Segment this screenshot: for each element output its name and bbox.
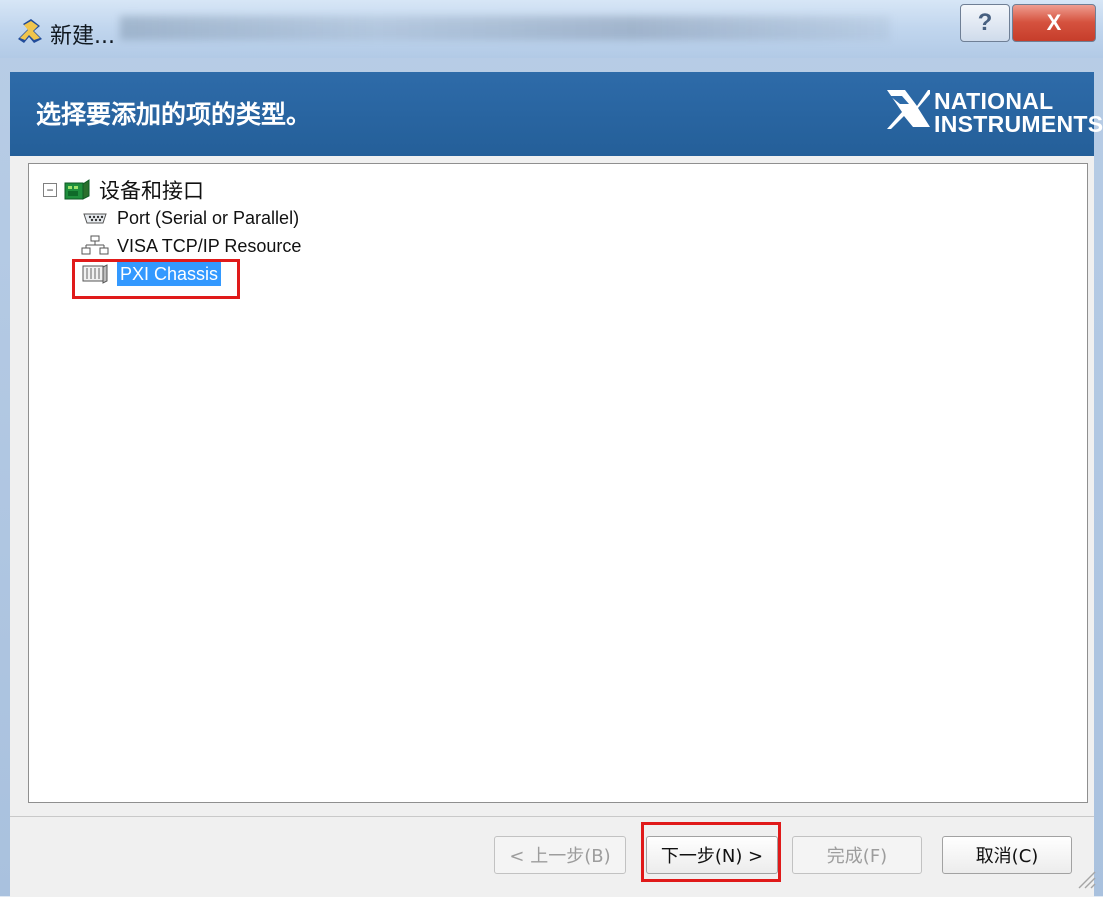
app-icon bbox=[18, 19, 42, 43]
tree-root-row[interactable]: − 设备和接口 bbox=[43, 176, 204, 204]
next-highlight-box bbox=[641, 822, 781, 882]
collapse-icon[interactable]: − bbox=[43, 183, 57, 197]
header-title: 选择要添加的项的类型。 bbox=[36, 100, 312, 129]
title-bar: 新建... ? X bbox=[0, 0, 1103, 58]
back-button[interactable]: < 上一步(B) bbox=[494, 836, 626, 874]
dialog-window: 新建... ? X 选择要添加的项的类型。 NATIONAL INSTRUMEN… bbox=[0, 0, 1103, 897]
device-folder-icon bbox=[64, 179, 90, 200]
wizard-header: 选择要添加的项的类型。 NATIONAL INSTRUMENTS bbox=[10, 72, 1103, 156]
tree-item-port[interactable]: Port (Serial or Parallel) bbox=[81, 204, 299, 232]
close-button[interactable]: X bbox=[1012, 4, 1096, 42]
title-bar-blur bbox=[120, 16, 890, 40]
tree-item-label: Port (Serial or Parallel) bbox=[117, 207, 300, 228]
ni-eagle-icon bbox=[887, 90, 930, 129]
resize-grip-icon[interactable] bbox=[1073, 866, 1097, 890]
tree-item-visa[interactable]: VISA TCP/IP Resource bbox=[81, 232, 301, 260]
help-button[interactable]: ? bbox=[960, 4, 1010, 42]
device-tree[interactable]: − 设备和接口 Port (Serial or Parallel) VISA T… bbox=[28, 163, 1088, 803]
pxi-highlight-box bbox=[72, 259, 240, 299]
cancel-button[interactable]: 取消(C) bbox=[942, 836, 1072, 874]
network-icon bbox=[81, 235, 109, 255]
serial-port-icon bbox=[83, 213, 107, 224]
window-title: 新建... bbox=[50, 24, 115, 49]
tree-root-label: 设备和接口 bbox=[99, 180, 204, 203]
tree-item-label: VISA TCP/IP Resource bbox=[117, 235, 302, 256]
ni-brand-bottom: INSTRUMENTS bbox=[934, 111, 1103, 137]
ni-logo: NATIONAL INSTRUMENTS bbox=[882, 80, 1103, 140]
finish-button[interactable]: 完成(F) bbox=[792, 836, 922, 874]
